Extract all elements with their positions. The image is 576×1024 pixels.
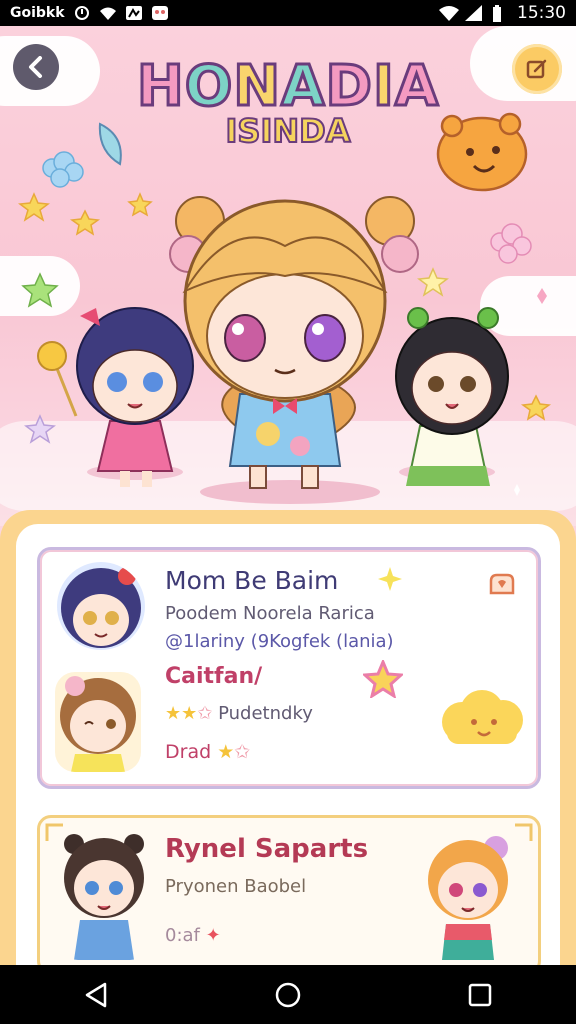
star-icon: ★ xyxy=(165,703,182,724)
character-tag: 0:af ✦ xyxy=(165,925,221,946)
circle-home-icon xyxy=(275,982,301,1007)
main-character-illustration xyxy=(169,196,419,489)
character-tags: @1lariny (9Kogfek (lania) xyxy=(165,631,394,652)
wifi-signal-icon xyxy=(439,5,459,21)
character-name: Mom Be Baim xyxy=(165,566,339,595)
nav-back-button[interactable] xyxy=(66,970,126,1020)
rating-row: ★★✩ Pudetndky xyxy=(165,703,313,724)
star-icon: ★ xyxy=(181,703,198,724)
footer-rating-row: Drad ★✩ xyxy=(165,741,250,763)
sync-icon xyxy=(73,5,91,21)
battery-icon xyxy=(491,5,509,22)
character-avatar xyxy=(58,830,150,960)
star-outline-icon: ✩ xyxy=(234,741,251,763)
left-character-illustration xyxy=(76,307,194,487)
star-icon: ★ xyxy=(217,741,235,763)
star-outline-icon: ✩ xyxy=(197,703,213,724)
app-icon xyxy=(151,5,169,21)
star-decoration-icon xyxy=(363,660,403,698)
heart-badge-icon xyxy=(489,573,515,595)
character-avatar xyxy=(418,830,524,960)
status-bar: Goibkk 15:30 xyxy=(0,0,576,26)
footer-label: Drad xyxy=(165,741,212,763)
cell-signal-icon xyxy=(465,5,483,21)
nav-recents-button[interactable] xyxy=(450,970,510,1020)
sparkle-decorations xyxy=(18,112,552,504)
notification-icon xyxy=(125,5,143,21)
carrier-label: Goibkk xyxy=(10,5,65,21)
sparkle-icon xyxy=(378,567,402,591)
cloud-mascot-icon xyxy=(442,690,523,744)
triangle-back-icon xyxy=(85,982,107,1007)
square-recents-icon xyxy=(468,983,492,1006)
rating-label: Pudetndky xyxy=(218,703,313,724)
section-label: Caitfan/ xyxy=(165,664,263,689)
system-navigation-bar xyxy=(0,965,576,1024)
character-avatar xyxy=(57,562,145,650)
character-avatar xyxy=(55,672,141,772)
clock: 15:30 xyxy=(517,3,566,23)
character-description: Poodem Noorela Rarica xyxy=(165,603,375,624)
wifi-icon xyxy=(99,5,117,21)
right-character-illustration xyxy=(395,307,509,486)
card-action-button[interactable] xyxy=(487,573,517,603)
character-description: Pryonen Baobel xyxy=(165,876,307,897)
hero-banner: HONADIA ISINDA xyxy=(0,26,576,526)
star-icon: ✦ xyxy=(205,925,221,946)
character-name: Rynel Saparts xyxy=(165,834,369,864)
nav-home-button[interactable] xyxy=(258,970,318,1020)
